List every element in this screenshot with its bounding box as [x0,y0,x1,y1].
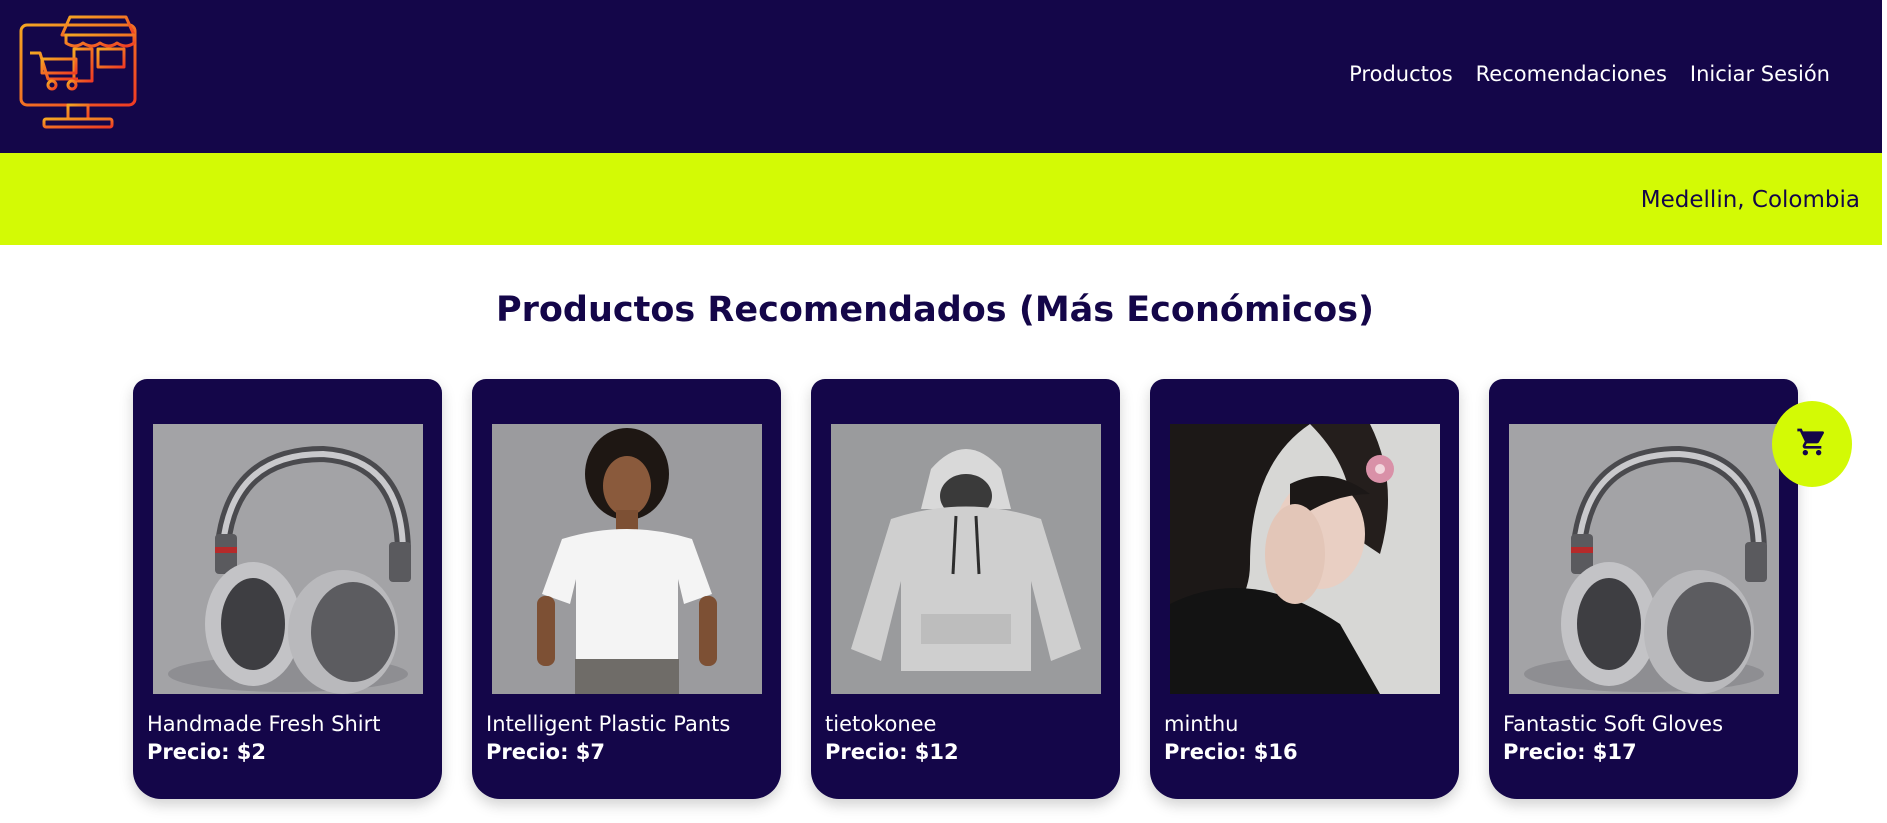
nav-recomendaciones[interactable]: Recomendaciones [1476,62,1667,86]
product-card[interactable]: minthu Precio: $16 [1150,379,1459,799]
product-card[interactable]: Handmade Fresh Shirt Precio: $2 [133,379,442,799]
hoodie-image [831,424,1101,694]
product-price: Precio: $17 [1503,740,1637,764]
product-price: Precio: $2 [147,740,266,764]
product-image [831,424,1101,694]
product-name: Intelligent Plastic Pants [486,712,731,736]
headphones-image [1509,424,1779,694]
cart-button[interactable] [1772,401,1852,487]
product-price: Precio: $12 [825,740,959,764]
nav-productos[interactable]: Productos [1349,62,1453,86]
product-price: Precio: $16 [1164,740,1298,764]
product-card[interactable]: Intelligent Plastic Pants Precio: $7 [472,379,781,799]
woman-tshirt-image [492,424,762,694]
location-text: Medellin, Colombia [1640,187,1860,213]
product-image [1509,424,1779,694]
nav-iniciar-sesion[interactable]: Iniciar Sesión [1690,62,1830,86]
product-image [492,424,762,694]
main-nav: Productos Recomendaciones Iniciar Sesión [1349,62,1830,86]
product-card[interactable]: Fantastic Soft Gloves Precio: $17 [1489,379,1798,799]
woman-flower-image [1170,424,1440,694]
product-image [153,424,423,694]
site-header: Productos Recomendaciones Iniciar Sesión [0,0,1882,153]
page-title: Productos Recomendados (Más Económicos) [495,290,1375,330]
headphones-image [153,424,423,694]
location-banner: Medellin, Colombia [0,153,1882,245]
product-name: tietokonee [825,712,937,736]
product-name: Handmade Fresh Shirt [147,712,381,736]
product-image [1170,424,1440,694]
product-name: Fantastic Soft Gloves [1503,712,1724,736]
product-price: Precio: $7 [486,740,605,764]
product-name: minthu [1164,712,1239,736]
shopping-cart-icon [1796,426,1828,463]
store-logo-icon[interactable] [18,13,138,133]
product-card[interactable]: tietokonee Precio: $12 [811,379,1120,799]
